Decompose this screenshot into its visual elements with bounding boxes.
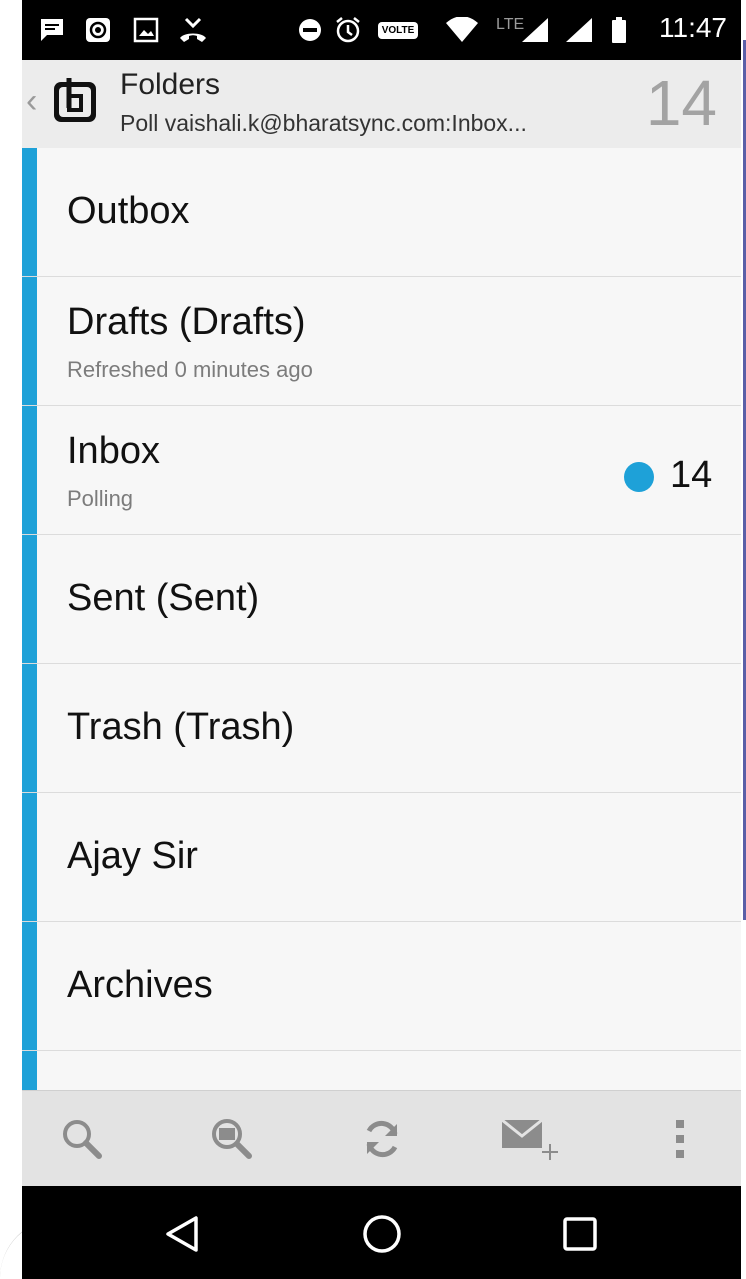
folder-name: Trash (Trash) [67,706,295,748]
folder-item-inbox[interactable]: Inbox Polling 14 [22,406,741,535]
folder-item-sent[interactable]: Sent (Sent) [22,535,741,664]
folder-indicator [22,277,37,405]
alarm-icon [332,14,364,46]
back-triangle-icon[interactable] [152,1204,212,1264]
refresh-icon[interactable] [352,1109,412,1169]
chevron-left-icon[interactable]: ‹ [26,82,37,121]
folder-item-partial[interactable] [22,1051,741,1090]
home-circle-icon[interactable] [352,1204,412,1264]
folder-name: Archives [67,964,213,1006]
bottom-toolbar [22,1090,741,1187]
folder-indicator [22,148,37,276]
folder-item-trash[interactable]: Trash (Trash) [22,664,741,793]
action-bar: ‹ Folders Poll vaishali.k@bharatsync.com… [22,60,741,149]
folder-name: Inbox [67,430,160,472]
folder-indicator [22,664,37,792]
photo-icon [82,14,114,46]
app-logo-icon[interactable] [52,74,98,124]
folder-status: Polling [67,486,134,511]
account-subtitle: Poll vaishali.k@bharatsync.com:Inbox... [120,110,527,136]
folder-item-drafts[interactable]: Drafts (Drafts) Refreshed 0 minutes ago [22,277,741,406]
compose-icon[interactable] [500,1109,560,1169]
folder-indicator [22,922,37,1050]
overflow-menu-icon[interactable] [650,1109,710,1169]
clock: 11:47 [659,12,727,43]
missed-call-icon [176,14,210,46]
folder-name: Ajay Sir [67,835,198,877]
volte-icon: VOLTE [368,14,428,46]
unread-total: 14 [645,67,717,139]
folder-name: Outbox [67,190,190,232]
folder-item-outbox[interactable]: Outbox [22,148,741,277]
folder-status: Refreshed 0 minutes ago [67,357,313,382]
wifi-icon [442,14,482,46]
navigation-bar [22,1186,741,1279]
search-icon[interactable] [52,1109,112,1169]
signal-icon [562,14,596,46]
folder-item-archives[interactable]: Archives [22,922,741,1051]
folder-indicator [22,1051,37,1090]
phone-screen: VOLTE LTE 11:47 ‹ Folders Poll vaishali.… [22,0,741,1279]
message-icon [36,14,68,46]
folder-indicator [22,793,37,921]
image-icon [130,14,162,46]
folder-indicator [22,406,37,534]
unread-count: 14 [670,454,713,496]
recents-square-icon[interactable] [550,1204,610,1264]
signal-icon [518,14,552,46]
folder-item-ajay-sir[interactable]: Ajay Sir [22,793,741,922]
folder-name: Drafts (Drafts) [67,301,306,343]
unread-dot-icon [624,462,654,492]
folder-list: Outbox Drafts (Drafts) Refreshed 0 minut… [22,148,741,1090]
folder-indicator [22,535,37,663]
battery-icon [608,14,630,46]
folder-name: Sent (Sent) [67,577,260,619]
search-messages-icon[interactable] [202,1109,262,1169]
status-bar: VOLTE LTE 11:47 [22,0,741,60]
page-title: Folders [120,68,221,101]
dnd-icon [294,14,326,46]
